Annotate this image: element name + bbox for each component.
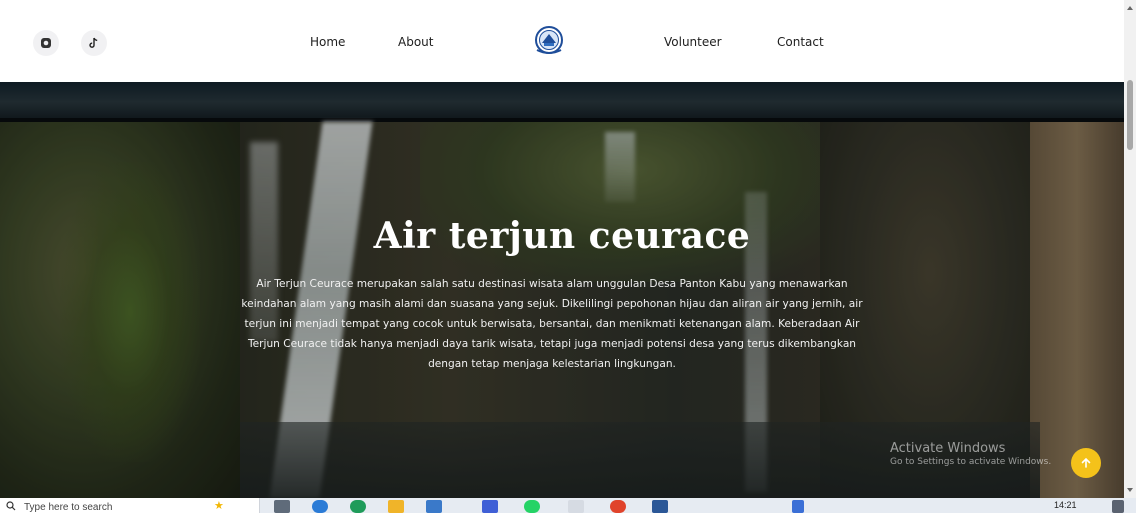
nav-about[interactable]: About bbox=[398, 35, 433, 49]
taskbar-search-placeholder: Type here to search bbox=[24, 502, 113, 513]
village-logo[interactable] bbox=[533, 25, 565, 57]
navbar: Home About Volunteer Contact bbox=[0, 0, 1124, 82]
word-icon[interactable] bbox=[652, 500, 668, 513]
watermark-title: Activate Windows bbox=[890, 441, 1006, 456]
app-icon[interactable] bbox=[482, 500, 498, 513]
back-to-top-button[interactable] bbox=[1071, 448, 1101, 478]
taskbar-search-box[interactable]: Type here to search ★ bbox=[0, 498, 260, 513]
notification-icon[interactable] bbox=[1112, 500, 1124, 513]
hero-section: Air terjun ceurace Air Terjun Ceurace me… bbox=[0, 82, 1124, 498]
whatsapp-icon[interactable] bbox=[524, 500, 540, 513]
tiktok-link[interactable] bbox=[81, 30, 107, 56]
hero-description: Air Terjun Ceurace merupakan salah satu … bbox=[241, 278, 863, 370]
file-explorer-icon[interactable] bbox=[388, 500, 404, 513]
instagram-icon bbox=[41, 38, 51, 48]
hero-top-band bbox=[0, 82, 1124, 122]
nav-volunteer[interactable]: Volunteer bbox=[664, 35, 722, 49]
scroll-thumb[interactable] bbox=[1127, 80, 1133, 150]
caret-down-icon bbox=[1127, 488, 1133, 492]
nav-contact[interactable]: Contact bbox=[777, 35, 824, 49]
hero-title: Air terjun ceurace bbox=[373, 215, 751, 257]
chrome-icon[interactable] bbox=[350, 500, 366, 513]
tiktok-icon bbox=[89, 37, 98, 48]
edge-icon[interactable] bbox=[312, 500, 328, 513]
page-scrollbar[interactable] bbox=[1124, 0, 1136, 498]
weather-star-icon: ★ bbox=[214, 500, 224, 512]
nav-home[interactable]: Home bbox=[310, 35, 345, 49]
instagram-link[interactable] bbox=[33, 30, 59, 56]
tray-app-icon[interactable] bbox=[792, 500, 804, 513]
caret-up-icon bbox=[1127, 6, 1133, 10]
watermark-subtitle: Go to Settings to activate Windows. bbox=[890, 457, 1052, 467]
browser-icon[interactable] bbox=[610, 500, 626, 513]
windows-taskbar: Type here to search ★ 14:21 bbox=[0, 498, 1136, 513]
document-icon[interactable] bbox=[568, 500, 584, 513]
store-icon[interactable] bbox=[426, 500, 442, 513]
scroll-down-arrow[interactable] bbox=[1124, 486, 1136, 494]
search-icon bbox=[6, 501, 16, 511]
activate-windows-watermark: Activate Windows Go to Settings to activ… bbox=[890, 441, 1060, 467]
task-view-icon[interactable] bbox=[274, 500, 290, 513]
taskbar-clock[interactable]: 14:21 bbox=[1054, 500, 1077, 510]
scroll-up-arrow[interactable] bbox=[1124, 4, 1136, 12]
arrow-up-icon bbox=[1081, 457, 1091, 468]
